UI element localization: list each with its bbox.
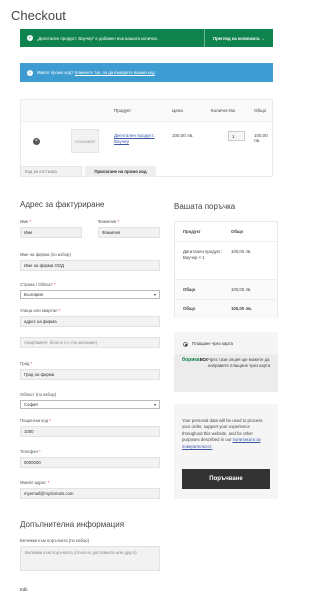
order-subtotal-row: Общо 100,00 лв. (175, 280, 277, 300)
order-line-row: Дигитален продукт: Ваучер × 1 100,00 лв. (175, 242, 277, 280)
city-field[interactable]: Град на фирма (20, 369, 160, 380)
order-col-total: Общо (231, 229, 244, 234)
place-order-button[interactable]: Поръчване (182, 469, 270, 489)
order-line-name: Дигитален продукт: Ваучер × 1 (183, 249, 222, 260)
city-label: Град * (20, 361, 33, 366)
order-notes-label: Бележки към поръчката (по избор) (20, 538, 90, 543)
region-select[interactable]: София ▾ (20, 400, 160, 409)
apply-coupon-button[interactable]: Прилагане на промо код (85, 166, 156, 177)
added-to-cart-notice: ✓ „Дигитален продукт: Ваучер“ е добавен … (20, 29, 273, 47)
coupon-notice-prefix: Имате промо код? (37, 70, 74, 75)
product-thumbnail[interactable]: VOUCHER (71, 129, 99, 153)
order-line-total: 100,00 лв. (231, 249, 252, 254)
chevron-down-icon: ▾ (153, 402, 156, 407)
payment-method-label[interactable]: Плащане чрез карта (192, 341, 233, 346)
col-quantity: Количество (211, 108, 236, 113)
last-name-field[interactable]: Фамилия (98, 227, 160, 238)
check-icon: ✓ (27, 35, 33, 41)
cart-row: × VOUCHER Дигитален продукт: Ваучер 100,… (21, 122, 272, 166)
product-link[interactable]: Дигитален продукт: Ваучер (114, 133, 169, 145)
billing-heading: Адрес за фактуриране (20, 200, 105, 209)
order-notes-field[interactable]: Бележки към поръчката (относно доставкат… (20, 546, 160, 571)
street-field[interactable]: адрес на фирма (20, 316, 160, 327)
email-label: Имейл адрес * (20, 480, 50, 485)
privacy-box: Your personal data will be used to proce… (174, 404, 278, 499)
order-heading: Вашата поръчка (174, 202, 236, 211)
payment-methods: Плащане чрез карта борикавск Чрез тази о… (174, 332, 278, 392)
item-price: 100,00 лв. (172, 133, 194, 138)
payment-radio[interactable] (183, 342, 188, 347)
order-review-table: Продукт Общо Дигитален продукт: Ваучер ×… (174, 221, 278, 319)
last-name-label: Фамилия * (98, 219, 120, 224)
info-icon: i (27, 69, 33, 76)
col-total: Общо (254, 108, 267, 113)
phone-field[interactable]: 0000000 (20, 457, 160, 468)
view-cart-button[interactable]: Преглед на количката → (204, 29, 273, 47)
coupon-code-input[interactable]: Код за отстъпка (20, 166, 82, 177)
chevron-down-icon: ▾ (153, 292, 156, 297)
street-label: Улица или квартал * (20, 308, 61, 313)
borica-logo: борикавск (182, 357, 208, 363)
item-total: 100,00 лв. (254, 133, 268, 143)
added-notice-message: „Дигитален продукт: Ваучер“ е добавен въ… (37, 35, 158, 41)
page-title: Checkout (11, 8, 66, 23)
privacy-text: Your personal data will be used to proce… (182, 418, 263, 449)
col-price: Цена (172, 108, 183, 113)
show-coupon-link[interactable]: Кликнете тук, за да въведете вашия код (75, 70, 155, 75)
first-name-label: Име * (20, 219, 32, 224)
order-header-row: Продукт Общо (175, 222, 277, 242)
phone-label: Телефон * (20, 449, 41, 454)
col-product: Продукт (114, 108, 132, 113)
additional-info-heading: Допълнителна информация (20, 520, 125, 529)
subtotal-label: Общо (183, 287, 196, 292)
cart-table-header: Продукт Цена Количество Общо (21, 100, 272, 122)
order-total-row: Общо 100,00 лв. (175, 300, 277, 319)
region-label: Област (по избор) (20, 392, 57, 397)
country-select[interactable]: България ▾ (20, 290, 160, 299)
company-label: Име на фирма (по избор) (20, 252, 71, 257)
apartment-field[interactable]: Апартамент, блок и т.н. (по желание) (20, 337, 160, 348)
postcode-label: Пощенски код * (20, 418, 51, 423)
total-value: 100,00 лв. (231, 306, 252, 311)
coupon-notice: i Имате промо код? Кликнете тук, за да в… (20, 63, 273, 82)
payment-description: Чрез тази опция ще можете да направите п… (208, 357, 271, 368)
country-label: Страна / Област * (20, 282, 56, 287)
company-field[interactable]: Име на фирма ООД (20, 260, 160, 271)
edit-link[interactable]: Edit (20, 587, 27, 592)
postcode-field[interactable]: 1000 (20, 426, 160, 437)
subtotal-value: 100,00 лв. (231, 287, 252, 292)
order-col-product: Продукт (183, 229, 201, 234)
email-field[interactable]: myemail@mydomain.com (20, 488, 160, 499)
payment-box: борикавск Чрез тази опция ще можете да н… (174, 354, 278, 392)
quantity-input[interactable]: 1 (228, 131, 245, 141)
total-label: Общо (183, 306, 196, 311)
remove-item-icon[interactable]: × (33, 138, 40, 145)
first-name-field[interactable]: Име (20, 227, 82, 238)
